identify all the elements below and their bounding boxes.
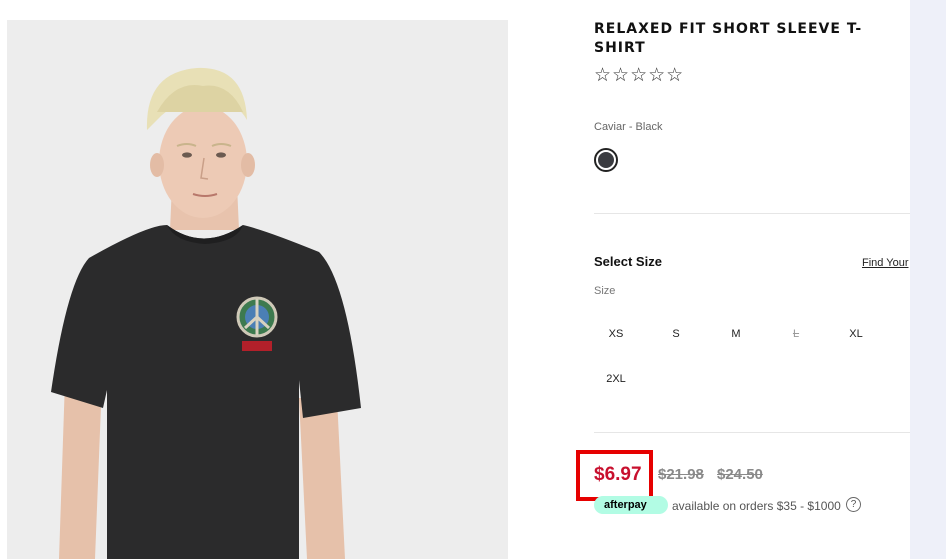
divider <box>594 432 910 433</box>
info-icon[interactable]: ? <box>846 497 861 512</box>
size-option-m[interactable]: M <box>713 322 759 346</box>
size-option-s[interactable]: S <box>653 322 699 346</box>
size-sub-label: Size <box>594 285 616 297</box>
find-your-size-link[interactable]: Find Your <box>862 257 908 269</box>
product-image[interactable] <box>7 20 508 559</box>
divider <box>594 213 910 214</box>
afterpay-logo: afterpay <box>594 496 668 514</box>
sale-price: $6.97 <box>594 464 642 485</box>
original-price-2: $24.50 <box>717 466 763 483</box>
size-option-xl[interactable]: XL <box>833 322 879 346</box>
star-rating[interactable]: ☆☆☆☆☆ <box>594 64 684 87</box>
afterpay-text: available on orders $35 - $1000 <box>672 499 841 513</box>
product-photo <box>7 20 508 559</box>
select-size-heading: Select Size <box>594 254 662 269</box>
size-option-2xl[interactable]: 2XL <box>593 367 639 391</box>
color-label: Caviar - Black <box>594 121 663 133</box>
original-price: $21.98 <box>658 466 704 483</box>
color-swatch-caviar-black[interactable] <box>594 148 618 172</box>
size-option-xs[interactable]: XS <box>593 322 639 346</box>
product-title: RELAXED FIT SHORT SLEEVE T-SHIRT <box>594 21 863 56</box>
size-option-l[interactable]: L <box>773 322 819 346</box>
